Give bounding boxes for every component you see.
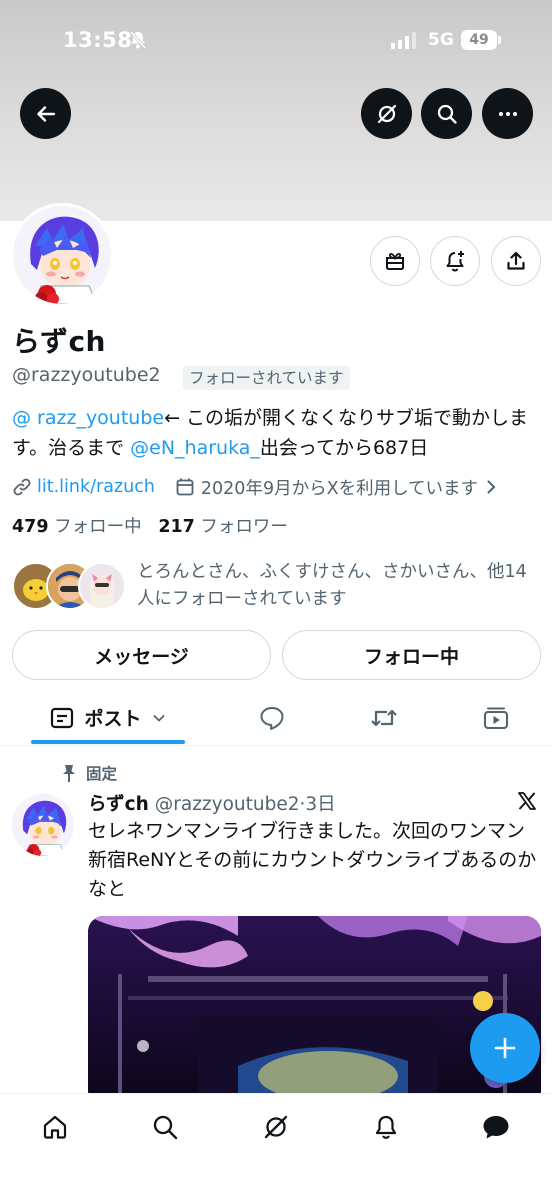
messages-icon bbox=[483, 1116, 509, 1139]
nav-grok[interactable] bbox=[256, 1110, 296, 1144]
pinned-label: 固定 bbox=[86, 765, 118, 783]
status-time: 13:58 bbox=[63, 28, 133, 52]
search-button[interactable] bbox=[421, 88, 472, 139]
post-text: セレネワンマンライブ行きました。次回のワンマン新宿ReNYとその前にカウントダウ… bbox=[88, 820, 537, 900]
plus-icon bbox=[494, 1037, 516, 1059]
arrow-left-icon bbox=[36, 105, 55, 122]
mutual-followers-avatars[interactable] bbox=[12, 562, 126, 612]
profile-website-link[interactable]: lit.link/razuch bbox=[37, 477, 155, 497]
followers-count: 217 bbox=[158, 517, 195, 537]
bio-mention-razz[interactable]: @ razz_youtube bbox=[12, 407, 164, 429]
tab-replies[interactable] bbox=[252, 690, 292, 745]
bell-plus-icon bbox=[446, 251, 464, 272]
tab-posts-label: ポスト bbox=[84, 708, 142, 730]
more-button[interactable] bbox=[482, 88, 533, 139]
pinned-indicator: 固定 bbox=[60, 762, 117, 784]
profile-joined-date: 2020年9月からXを利用しています bbox=[200, 478, 479, 499]
signal-icon bbox=[391, 32, 416, 49]
home-icon bbox=[43, 1115, 67, 1139]
profile-avatar[interactable] bbox=[10, 203, 114, 307]
gift-icon bbox=[386, 253, 404, 270]
tab-media[interactable] bbox=[476, 690, 516, 745]
gift-button[interactable] bbox=[370, 236, 420, 286]
network-type: 5G bbox=[428, 30, 454, 50]
mutual-avatar bbox=[78, 562, 126, 610]
follow-counts: 479 フォロー中 217 フォロワー bbox=[12, 513, 288, 538]
status-bar: 13:58 5G 49 bbox=[0, 0, 552, 80]
posts-icon bbox=[51, 707, 74, 728]
nav-home[interactable] bbox=[35, 1110, 75, 1144]
grok-icon bbox=[264, 1115, 288, 1139]
avatar-image bbox=[12, 794, 74, 856]
search-icon bbox=[437, 104, 457, 124]
replies-icon bbox=[260, 706, 284, 730]
search-icon bbox=[153, 1115, 178, 1140]
followed-by-text[interactable]: とろんとさん、ふくすけさん、さかいさん、他14人にフォローされています bbox=[137, 559, 537, 613]
nav-messages[interactable] bbox=[476, 1110, 516, 1144]
profile-meta: lit.link/razuch 2020年9月からXを利用しています bbox=[12, 473, 500, 501]
grok-icon bbox=[377, 104, 396, 123]
following-label: フォロー中 bbox=[54, 517, 142, 537]
notifications-icon bbox=[375, 1115, 397, 1139]
following-count-link[interactable]: 479 フォロー中 bbox=[12, 517, 142, 537]
calendar-icon bbox=[176, 478, 194, 496]
link-icon bbox=[13, 478, 31, 496]
post-author-avatar[interactable] bbox=[12, 794, 74, 856]
following-button[interactable]: フォロー中 bbox=[282, 630, 541, 680]
followers-label: フォロワー bbox=[200, 517, 288, 537]
x-logo-icon bbox=[518, 792, 536, 810]
profile-tabs: ポスト bbox=[0, 690, 552, 746]
tab-active-indicator bbox=[31, 740, 185, 744]
profile-display-name: らずch bbox=[12, 325, 106, 358]
silent-mode-icon bbox=[128, 30, 148, 54]
nav-search[interactable] bbox=[145, 1110, 185, 1144]
grok-button[interactable] bbox=[361, 88, 412, 139]
chevron-right-icon[interactable] bbox=[482, 478, 500, 496]
message-button[interactable]: メッセージ bbox=[12, 630, 271, 680]
share-button[interactable] bbox=[491, 236, 541, 286]
repost-icon bbox=[371, 709, 397, 726]
more-horizontal-icon bbox=[498, 111, 517, 116]
post-media-image[interactable] bbox=[88, 916, 541, 1106]
post-time: 3日 bbox=[305, 794, 336, 815]
follows-you-badge: フォローされています bbox=[183, 366, 350, 390]
tab-posts[interactable]: ポスト bbox=[31, 690, 185, 745]
profile-handle: @razzyoutube2 bbox=[12, 364, 161, 386]
avatar-image bbox=[13, 206, 111, 304]
pin-icon bbox=[63, 765, 75, 782]
media-icon bbox=[483, 706, 509, 729]
concert-photo bbox=[88, 916, 541, 1106]
bio-mention-haruka[interactable]: @eN_haruka_ bbox=[130, 437, 260, 459]
post-author-name[interactable]: らずch bbox=[88, 794, 149, 815]
chevron-down-icon bbox=[153, 714, 164, 722]
post-author-handle[interactable]: @razzyoutube2 bbox=[155, 794, 300, 815]
post-source-x bbox=[516, 790, 538, 816]
tab-reposts[interactable] bbox=[364, 690, 404, 745]
nav-notifications[interactable] bbox=[366, 1110, 406, 1144]
profile-bio: @ razz_youtube← この垢が開くなくなりサブ垢で動かします。治るまで… bbox=[12, 403, 542, 463]
back-button[interactable] bbox=[20, 88, 71, 139]
bio-text-2: 出会ってから687日 bbox=[259, 437, 429, 459]
following-count: 479 bbox=[12, 517, 49, 537]
compose-post-button[interactable] bbox=[470, 1013, 540, 1083]
share-icon bbox=[507, 251, 525, 270]
post-header: らずch @razzyoutube2·3日 bbox=[88, 794, 336, 815]
battery-icon: 49 bbox=[461, 30, 501, 50]
followers-count-link[interactable]: 217 フォロワー bbox=[158, 517, 288, 537]
notify-button[interactable] bbox=[430, 236, 480, 286]
